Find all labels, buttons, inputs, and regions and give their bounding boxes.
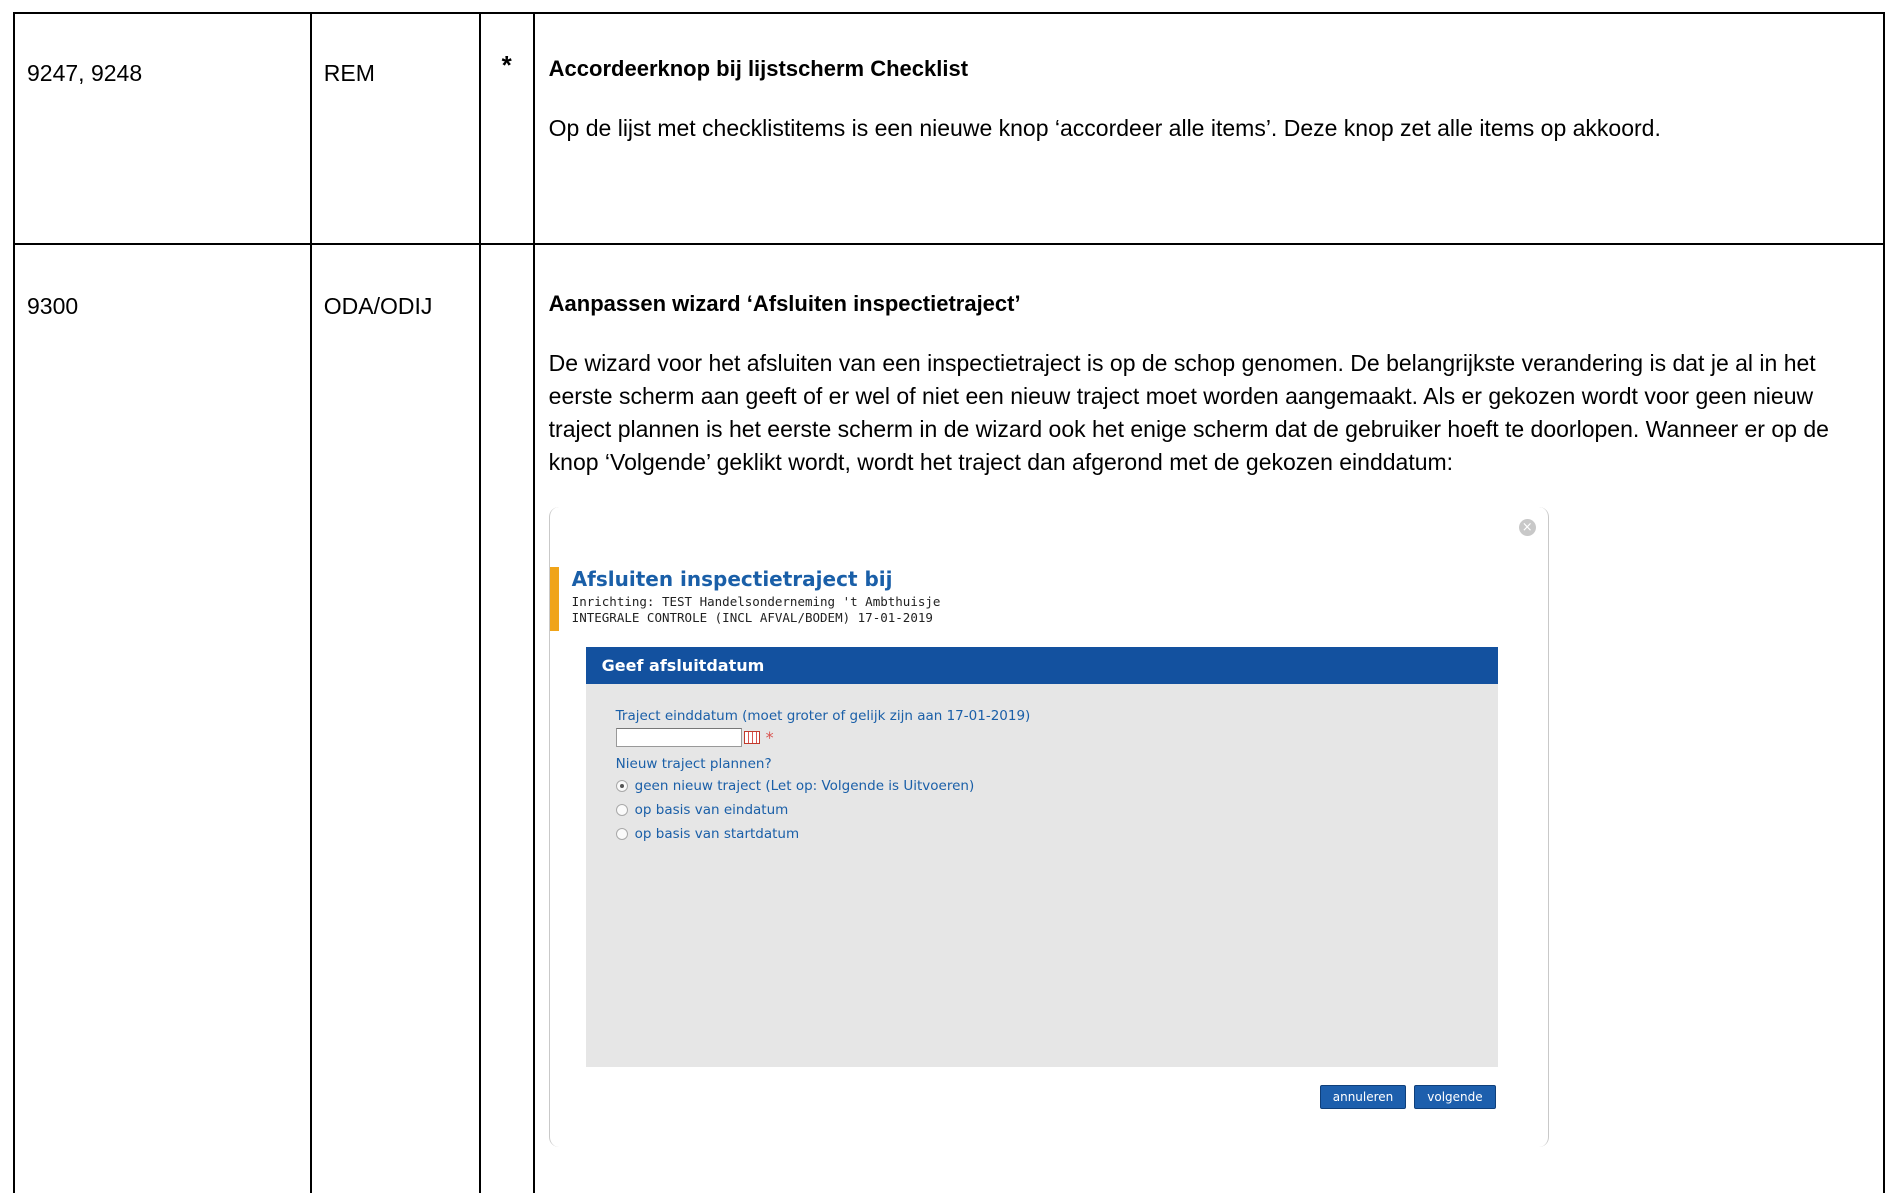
radio-button-selected[interactable] — [615, 780, 628, 792]
dialog-subtitle-inrichting: Inrichting: TEST Handelsonderneming 't A… — [571, 594, 941, 609]
option-no-new-trajectory[interactable]: geen nieuw traject (Let op: Volgende is … — [615, 774, 1498, 798]
required-marker: * — [765, 727, 774, 747]
calendar-icon[interactable] — [743, 730, 760, 744]
option-based-on-end-date[interactable]: op basis van eindatum — [615, 798, 1498, 822]
wizard-dialog-screenshot: × Afsluiten inspectietraject bij Inricht… — [548, 507, 1549, 1147]
header-accent-bar — [549, 567, 559, 631]
issue-id-cell: 9300 — [13, 243, 312, 1193]
description-cell: Aanpassen wizard ‘Afsluiten inspectietra… — [532, 243, 1885, 1193]
panel-title: Geef afsluitdatum — [585, 647, 1498, 684]
entity: REM — [323, 60, 375, 86]
option-label: op basis van eindatum — [634, 802, 789, 818]
radio-button[interactable] — [615, 828, 628, 840]
change-marker: * — [501, 50, 512, 80]
table-row: 9300 ODA/ODIJ Aanpassen wizard ‘Afsluite… — [13, 243, 1885, 1193]
radio-button[interactable] — [615, 804, 628, 816]
change-marker — [481, 245, 533, 281]
dialog-title: Afsluiten inspectietraject bij — [571, 567, 893, 591]
closing-date-panel: Geef afsluitdatum Traject einddatum (moe… — [585, 647, 1498, 1067]
plan-new-trajectory-label: Nieuw traject plannen? — [615, 756, 772, 772]
change-description: Op de lijst met checklistitems is een ni… — [548, 115, 1661, 141]
entity: ODA/ODIJ — [323, 293, 433, 319]
close-icon[interactable]: × — [1518, 519, 1536, 536]
cancel-button[interactable]: annuleren — [1319, 1085, 1407, 1109]
change-title: Accordeerknop bij lijstscherm Checklist — [548, 56, 969, 81]
issue-id: 9247, 9248 — [27, 60, 143, 86]
table-row: 9247, 9248 REM * Accordeerknop bij lijst… — [13, 12, 1885, 245]
change-description: De wizard voor het afsluiten van een ins… — [548, 350, 1829, 475]
description-cell: Accordeerknop bij lijstscherm Checklist … — [532, 12, 1885, 245]
change-title: Aanpassen wizard ‘Afsluiten inspectietra… — [548, 291, 1021, 316]
end-date-input[interactable] — [615, 727, 742, 747]
mark-cell: * — [478, 12, 535, 245]
change-log-table: 9247, 9248 REM * Accordeerknop bij lijst… — [13, 12, 1885, 1193]
dialog-header: Afsluiten inspectietraject bij Inrichtin… — [549, 567, 1530, 631]
option-label: op basis van startdatum — [634, 826, 800, 842]
issue-id: 9300 — [27, 293, 79, 319]
option-label: geen nieuw traject (Let op: Volgende is … — [634, 778, 975, 794]
issue-id-cell: 9247, 9248 — [13, 12, 312, 245]
option-based-on-start-date[interactable]: op basis van startdatum — [615, 822, 1498, 846]
end-date-label: Traject einddatum (moet groter of gelijk… — [615, 708, 1031, 724]
entity-cell: ODA/ODIJ — [309, 243, 481, 1193]
entity-cell: REM — [309, 12, 481, 245]
mark-cell — [478, 243, 535, 1193]
dialog-subtitle-controle: INTEGRALE CONTROLE (INCL AFVAL/BODEM) 17… — [571, 610, 933, 625]
next-button[interactable]: volgende — [1414, 1085, 1496, 1109]
